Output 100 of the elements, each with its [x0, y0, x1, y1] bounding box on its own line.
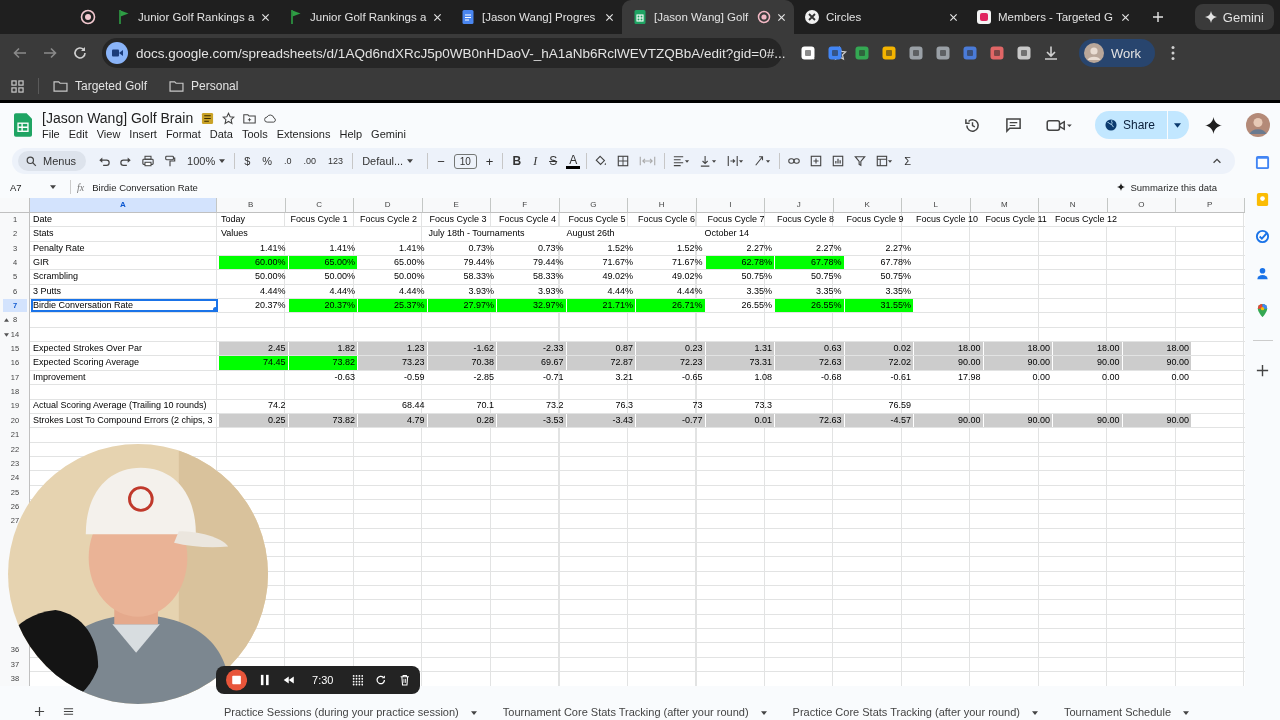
close-icon[interactable] — [1121, 12, 1130, 22]
bookmark-folder[interactable]: Personal — [169, 79, 239, 93]
vertical-align-icon[interactable] — [700, 155, 718, 167]
borders-icon[interactable] — [617, 155, 630, 167]
decrease-decimals-button[interactable]: .0 — [281, 156, 295, 166]
sparkle-icon[interactable] — [1205, 116, 1222, 134]
document-title[interactable]: [Jason Wang] Golf Brain — [42, 110, 194, 126]
avatar-icon[interactable] — [1246, 113, 1270, 137]
menu-item[interactable]: Edit — [68, 128, 88, 140]
column-header[interactable]: J — [765, 198, 834, 213]
browser-tab[interactable]: Junior Golf Rankings a — [106, 0, 278, 34]
column-header[interactable]: C — [285, 198, 354, 213]
close-icon[interactable] — [261, 12, 270, 22]
undo-icon[interactable] — [98, 155, 111, 167]
close-icon[interactable] — [777, 12, 786, 22]
filter-views-icon[interactable] — [876, 155, 894, 167]
column-header[interactable]: M — [970, 198, 1039, 213]
close-icon[interactable] — [949, 12, 958, 22]
extension-icon[interactable] — [881, 45, 897, 61]
percent-format-button[interactable]: % — [259, 155, 276, 167]
decrease-font-size-button[interactable]: − — [434, 153, 448, 169]
font-size-field[interactable]: 10 — [453, 153, 477, 169]
font-dropdown[interactable]: Defaul... — [359, 155, 422, 167]
sheet-tab[interactable]: Practice Core Stats Tracking (after your round) — [788, 706, 1042, 719]
insert-comment-icon[interactable] — [810, 155, 823, 167]
sheet-tab[interactable]: Tournament Schedule — [1060, 706, 1193, 719]
badge-icon[interactable] — [201, 111, 215, 125]
column-header[interactable]: D — [354, 198, 423, 213]
zoom-dropdown[interactable]: 100% — [184, 155, 229, 167]
browser-tab[interactable]: [Jason Wang] Golf — [622, 0, 794, 34]
site-info-icon[interactable] — [106, 42, 128, 64]
column-header[interactable]: A — [30, 198, 217, 213]
column-header[interactable]: E — [422, 198, 491, 213]
fill-color-icon[interactable] — [595, 155, 608, 167]
extension-icon[interactable] — [827, 45, 843, 61]
text-color-button[interactable]: A — [566, 153, 581, 169]
extension-icon[interactable] — [800, 45, 816, 61]
column-header[interactable]: H — [628, 198, 697, 213]
new-tab-icon[interactable] — [1152, 11, 1164, 23]
strikethrough-button[interactable]: S — [546, 154, 561, 168]
forward-icon[interactable] — [42, 45, 58, 61]
menu-item[interactable]: Help — [339, 128, 363, 140]
functions-button[interactable]: Σ — [901, 155, 914, 167]
contacts-icon[interactable] — [1255, 266, 1270, 281]
menu-item[interactable]: File — [42, 128, 60, 140]
cloud-icon[interactable] — [264, 111, 278, 125]
download-icon[interactable] — [1043, 45, 1059, 61]
bookmark-folder[interactable]: Targeted Golf — [53, 79, 148, 93]
summarize-button[interactable]: Summarize this data — [1111, 180, 1223, 194]
restart-icon[interactable] — [375, 674, 387, 686]
calendar-icon[interactable] — [1255, 155, 1270, 170]
menu-item[interactable]: Insert — [129, 128, 157, 140]
number-format-button[interactable]: 123 — [325, 156, 347, 166]
text-rotation-icon[interactable] — [754, 155, 772, 167]
menu-item[interactable]: Format — [165, 128, 201, 140]
expand-rows-icon[interactable] — [4, 332, 9, 337]
pause-icon[interactable] — [259, 674, 271, 686]
share-button[interactable]: Share — [1094, 111, 1189, 139]
more-icon[interactable] — [1171, 45, 1176, 61]
comment-icon[interactable] — [1004, 116, 1022, 134]
filter-icon[interactable] — [854, 155, 867, 167]
redo-icon[interactable] — [120, 155, 133, 167]
column-header[interactable]: N — [1039, 198, 1108, 213]
menu-item[interactable]: Data — [209, 128, 233, 140]
menu-search-field[interactable]: Menus — [18, 151, 87, 171]
menu-item[interactable]: Extensions — [276, 128, 331, 140]
back-icon[interactable] — [12, 45, 28, 61]
tasks-icon[interactable] — [1255, 229, 1270, 244]
rewind-icon[interactable] — [282, 674, 295, 686]
column-header[interactable]: B — [217, 198, 286, 213]
reload-icon[interactable] — [72, 45, 88, 61]
browser-tab[interactable]: [Jason Wang] Progres — [450, 0, 622, 34]
column-header[interactable]: G — [559, 198, 628, 213]
history-icon[interactable] — [963, 116, 981, 134]
column-header[interactable]: P — [1176, 198, 1245, 213]
column-header[interactable]: O — [1107, 198, 1176, 213]
menu-item[interactable]: Tools — [241, 128, 268, 140]
grid-icon[interactable] — [351, 674, 363, 686]
column-header[interactable]: F — [491, 198, 560, 213]
column-header[interactable]: K — [833, 198, 902, 213]
increase-decimals-button[interactable]: .00 — [300, 156, 320, 166]
currency-format-button[interactable]: $ — [241, 155, 254, 167]
stop-icon[interactable] — [226, 669, 248, 691]
browser-tab[interactable]: Circles — [794, 0, 966, 34]
browser-tab[interactable]: Junior Golf Rankings a — [278, 0, 450, 34]
menu-icon[interactable] — [63, 706, 74, 717]
italic-button[interactable]: I — [530, 153, 541, 169]
print-icon[interactable] — [142, 155, 155, 167]
text-wrap-icon[interactable] — [727, 155, 745, 167]
add-icon[interactable] — [1255, 363, 1270, 378]
formula-field[interactable]: Birdie Conversation Rate — [92, 181, 1112, 193]
chart-icon[interactable] — [832, 155, 845, 167]
add-sheet-icon[interactable] — [34, 706, 45, 717]
browser-tab[interactable]: Members - Targeted G — [966, 0, 1138, 34]
menu-item[interactable]: Gemini — [371, 128, 406, 140]
cell-reference-field[interactable]: A7 — [0, 181, 60, 193]
link-icon[interactable] — [788, 155, 801, 167]
star-icon[interactable] — [222, 111, 236, 125]
sheet-tab[interactable]: Practice Sessions (during your practice session) — [220, 706, 481, 719]
menu-item[interactable]: View — [96, 128, 121, 140]
